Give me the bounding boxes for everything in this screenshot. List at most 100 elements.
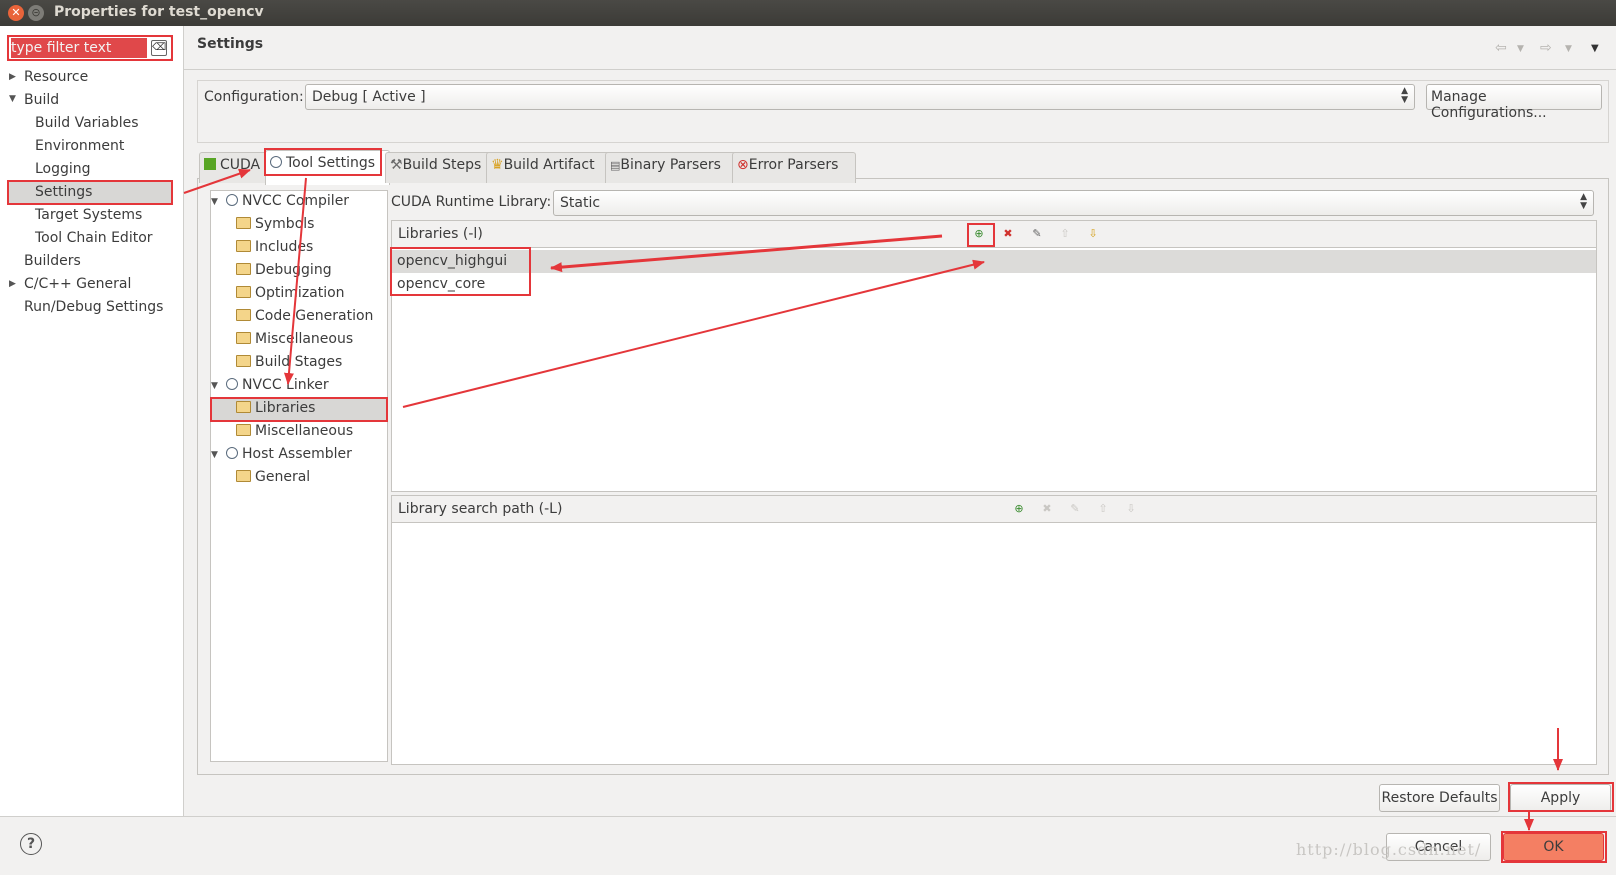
header-divider <box>184 69 1616 70</box>
annotation-box-apply <box>1508 782 1614 812</box>
restore-defaults-button[interactable]: Restore Defaults <box>1379 784 1500 812</box>
folder-icon <box>236 355 251 367</box>
expanded-arrow-icon[interactable]: ▼ <box>211 197 218 207</box>
tool-tree-includes[interactable]: Includes <box>236 239 313 255</box>
tab-build-artifact[interactable]: ♛Build Artifact <box>486 152 610 183</box>
tool-tree-label: Symbols <box>255 216 315 232</box>
tool-tree-label: General <box>255 469 311 485</box>
manage-configurations-button[interactable]: Manage Configurations... <box>1426 84 1602 121</box>
library-row[interactable]: opencv_highgui <box>392 250 1596 273</box>
view-menu-icon[interactable]: ▼ <box>1591 43 1599 54</box>
tree-item-tool-chain-editor[interactable]: Tool Chain Editor <box>35 230 153 246</box>
back-menu-icon[interactable]: ▼ <box>1517 44 1524 54</box>
library-search-path-header: Library search path (-L) ⊕ ✖ ✎ ⇧ ⇩ <box>392 496 1596 523</box>
tree-item-environment[interactable]: Environment <box>35 138 124 154</box>
tool-tree-build-stages[interactable]: Build Stages <box>236 354 342 370</box>
configuration-label: Configuration: <box>204 89 304 105</box>
expanded-arrow-icon[interactable]: ▼ <box>9 94 16 104</box>
select-spinner-icon: ▲ ▼ <box>1580 192 1587 211</box>
help-button[interactable]: ? <box>20 833 42 855</box>
error-icon: ⊗ <box>737 157 749 173</box>
forward-menu-icon[interactable]: ▼ <box>1565 44 1572 54</box>
tool-tree-nvcc-compiler[interactable]: NVCC Compiler <box>226 193 349 209</box>
expanded-arrow-icon[interactable]: ▼ <box>211 450 218 460</box>
tab-cuda[interactable]: CUDA <box>199 152 268 183</box>
tool-tree-code-generation[interactable]: Code Generation <box>236 308 373 324</box>
folder-icon <box>236 424 251 436</box>
tree-item-build-variables[interactable]: Build Variables <box>35 115 139 131</box>
delete-icon[interactable]: ✖ <box>1040 502 1054 516</box>
tool-tree-label: Includes <box>255 239 314 255</box>
close-window-button[interactable]: ✕ <box>8 5 24 21</box>
runtime-library-label: CUDA Runtime Library: <box>391 194 552 210</box>
tool-tree-debugging[interactable]: Debugging <box>236 262 332 278</box>
folder-icon <box>236 470 251 482</box>
tool-tree-label: NVCC Linker <box>242 377 329 393</box>
back-icon[interactable]: ⇦ <box>1495 40 1507 56</box>
tool-tree-label: NVCC Compiler <box>242 193 350 209</box>
move-down-icon[interactable]: ⇩ <box>1086 227 1100 241</box>
annotation-box-settings <box>7 180 173 205</box>
binary-icon: ▤ <box>610 159 621 172</box>
tree-item-resource[interactable]: Resource <box>24 69 88 85</box>
tree-item-cpp-general[interactable]: C/C++ General <box>24 276 131 292</box>
delete-icon[interactable]: ✖ <box>1001 227 1015 241</box>
tool-tree-optimization[interactable]: Optimization <box>236 285 345 301</box>
trophy-icon: ♛ <box>491 157 504 173</box>
gear-icon <box>226 378 238 390</box>
tree-item-build[interactable]: Build <box>24 92 59 108</box>
edit-icon[interactable]: ✎ <box>1068 502 1082 516</box>
watermark: http://blog.csdn.net/ <box>1296 840 1482 859</box>
annotation-box-libraries <box>210 397 388 422</box>
expanded-arrow-icon[interactable]: ▼ <box>211 381 218 391</box>
runtime-library-value: Static <box>560 195 601 211</box>
tool-tree-miscellaneous-compiler[interactable]: Miscellaneous <box>236 331 353 347</box>
tool-tree-miscellaneous-linker[interactable]: Miscellaneous <box>236 423 353 439</box>
tab-label: Binary Parsers <box>620 157 721 173</box>
runtime-library-select[interactable]: Static ▲ ▼ <box>553 190 1594 216</box>
forward-icon[interactable]: ⇨ <box>1540 40 1552 56</box>
gear-icon <box>226 194 238 206</box>
tool-tree-label: Miscellaneous <box>255 331 354 347</box>
move-down-icon[interactable]: ⇩ <box>1124 502 1138 516</box>
gear-icon <box>226 447 238 459</box>
tool-tree-label: Host Assembler <box>242 446 352 462</box>
libraries-group: Libraries (-l) ⊕ ✖ ✎ ⇧ ⇩ opencv_highgui … <box>391 220 1597 492</box>
move-up-icon[interactable]: ⇧ <box>1096 502 1110 516</box>
library-row[interactable]: opencv_core <box>392 273 1596 296</box>
tool-tree-nvcc-linker[interactable]: NVCC Linker <box>226 377 329 393</box>
tab-binary-parsers[interactable]: ▤Binary Parsers <box>605 152 737 183</box>
select-spinner-icon: ▲ ▼ <box>1401 86 1408 105</box>
library-search-path-group: Library search path (-L) ⊕ ✖ ✎ ⇧ ⇩ <box>391 495 1597 765</box>
tool-tree-symbols[interactable]: Symbols <box>236 216 314 232</box>
minimize-window-button[interactable]: ⊝ <box>28 5 44 21</box>
edit-icon[interactable]: ✎ <box>1030 227 1044 241</box>
tree-item-builders[interactable]: Builders <box>24 253 81 269</box>
tree-item-target-systems[interactable]: Target Systems <box>35 207 142 223</box>
tab-label: Build Steps <box>402 157 482 173</box>
window-title: Properties for test_opencv <box>54 4 264 20</box>
collapsed-arrow-icon[interactable]: ▶ <box>9 72 16 82</box>
tree-item-run-debug-settings[interactable]: Run/Debug Settings <box>24 299 163 315</box>
folder-icon <box>236 309 251 321</box>
tool-tree-label: Debugging <box>255 262 332 278</box>
title-bar: ✕ ⊝ Properties for test_opencv <box>0 0 1616 26</box>
footer-divider <box>0 816 1616 817</box>
tool-tree-label: Build Stages <box>255 354 343 370</box>
tab-build-steps[interactable]: ⚒Build Steps <box>385 152 491 183</box>
move-up-icon[interactable]: ⇧ <box>1058 227 1072 241</box>
annotation-box-filter <box>7 35 173 61</box>
tool-tree-general[interactable]: General <box>236 469 310 485</box>
add-icon[interactable]: ⊕ <box>1012 502 1026 516</box>
tree-item-logging[interactable]: Logging <box>35 161 91 177</box>
tool-tree-host-assembler[interactable]: Host Assembler <box>226 446 352 462</box>
annotation-box-add-library <box>967 223 995 247</box>
configuration-value: Debug [ Active ] <box>312 89 426 105</box>
folder-icon <box>236 286 251 298</box>
collapsed-arrow-icon[interactable]: ▶ <box>9 279 16 289</box>
tab-error-parsers[interactable]: ⊗Error Parsers <box>732 152 856 183</box>
page-title: Settings <box>197 36 264 52</box>
library-search-path-title: Library search path (-L) <box>398 501 563 517</box>
configuration-select[interactable]: Debug [ Active ] ▲ ▼ <box>305 84 1415 110</box>
folder-icon <box>236 263 251 275</box>
